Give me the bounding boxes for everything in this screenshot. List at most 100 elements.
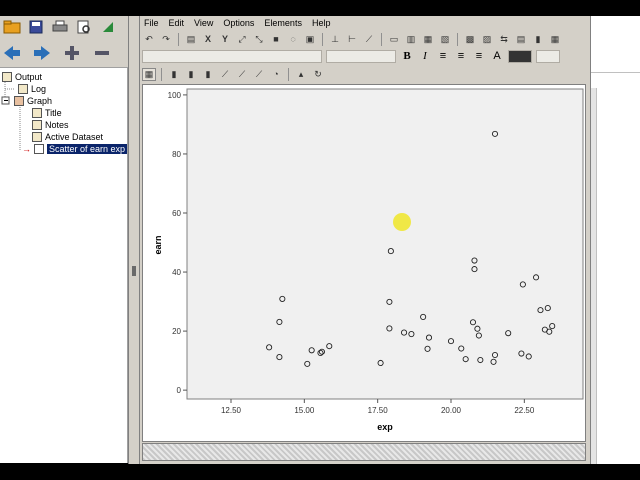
table-icon[interactable]: ▦ [548,33,562,46]
properties-icon[interactable]: ▤ [184,33,198,46]
chart-editor: File Edit View Options Elements Help ↶ ↷… [140,16,590,464]
y-tick-label: 20 [172,327,181,336]
save-icon[interactable] [26,18,46,36]
separator [381,32,382,46]
tree-item-scatter[interactable]: → Scatter of earn exp [22,143,128,155]
separator [161,67,162,81]
menu-file[interactable]: File [144,18,159,28]
menu-edit[interactable]: Edit [169,18,185,28]
histogram-icon[interactable]: ▮ [201,68,215,81]
grid-icon[interactable]: ▩ [463,33,477,46]
bold-button[interactable]: B [400,50,414,62]
separator [178,32,179,46]
pane-divider [591,72,640,73]
tree-item-label: Output [15,72,43,82]
fill-color-icon[interactable]: ■ [269,33,283,46]
fill-color-swatch[interactable] [508,49,532,63]
x-tick-label: 12.50 [221,406,242,415]
x-tick-label: 20.00 [441,406,462,415]
bar-chart-icon[interactable]: ▮ [167,68,181,81]
bars-icon[interactable]: ▮ [531,33,545,46]
title-insert-icon[interactable]: ▭ [387,33,401,46]
scale-icon[interactable]: ⤡ [252,33,266,46]
transpose-icon[interactable]: ⇆ [497,33,511,46]
line-chart-icon[interactable]: ⟋ [218,68,232,81]
chart-canvas[interactable]: 0 20 40 60 80 100 12.50 15.00 17.50 20.00 22.50 e… [142,84,586,442]
notes-icon [32,120,42,130]
align-right-icon[interactable]: ≡ [472,50,486,62]
lasso-icon[interactable]: ◌ [286,33,300,46]
frame-icon[interactable]: ▣ [303,33,317,46]
scatter-chart-icon[interactable]: ⟋ [252,68,266,81]
reference-line-y-icon[interactable]: ⊢ [345,33,359,46]
print-icon[interactable] [50,18,70,36]
annotation-icon[interactable]: ▥ [404,33,418,46]
area-chart-icon[interactable]: ⟋ [235,68,249,81]
chart-type-icon[interactable]: ▦ [142,67,156,81]
rotate-icon[interactable]: ↻ [311,68,325,81]
align-center-icon[interactable]: ≡ [454,50,468,62]
editor-toolbar-1: ↶ ↷ ▤ X Y ⤢ ⤡ ■ ◌ ▣ ⊥ ⊢ ⟋ ▭ ▥ ▦ ▧ ▩ ▨ ⇆ … [142,31,562,47]
font-field[interactable] [142,49,322,63]
forward-arrow-icon[interactable] [32,44,52,62]
legend-icon[interactable]: ▨ [480,33,494,46]
arrow-marker-icon: → [22,144,31,154]
italic-button[interactable]: I [418,50,432,62]
menu-view[interactable]: View [194,18,213,28]
align-left-icon[interactable]: ≡ [436,50,450,62]
labels-icon[interactable]: ▤ [514,33,528,46]
bin-icon[interactable]: ▴ [294,68,308,81]
format-toolbar: B I ≡ ≡ ≡ A [142,48,576,64]
fit-line-icon[interactable]: ⟋ [362,33,376,46]
tree-item-label: Scatter of earn exp [47,144,128,154]
select-x-axis-icon[interactable]: X [201,33,215,46]
collapse-minus-icon[interactable] [92,44,112,62]
title-icon [32,108,42,118]
menu-elements[interactable]: Elements [264,18,302,28]
viewer-toolbar [0,16,132,38]
tree-item-label: Graph [27,96,53,106]
y-tick-label: 100 [168,91,182,100]
status-strip [142,443,586,461]
preview-icon[interactable] [74,18,94,36]
size-field[interactable] [326,49,396,63]
stacked-bar-icon[interactable]: ▮ [184,68,198,81]
right-pane [590,16,640,464]
redo-icon[interactable]: ↷ [159,33,173,46]
rescale-icon[interactable]: ⤢ [235,33,249,46]
y-tick-label: 80 [172,150,181,159]
log-icon [18,84,28,94]
back-arrow-icon[interactable] [2,44,22,62]
graph-icon [14,96,24,106]
folder-icon[interactable] [2,18,22,36]
scatter-plot: 0 20 40 60 80 100 12.50 15.00 17.50 20.00 22.50 e… [153,88,584,432]
undo-icon[interactable]: ↶ [142,33,156,46]
text-box-icon[interactable]: ▦ [421,33,435,46]
menu-options[interactable]: Options [223,18,254,28]
tree-item-active-dataset[interactable]: Active Dataset [32,131,103,143]
tree-item-graph[interactable]: Graph [14,95,52,107]
tree-item-notes[interactable]: Notes [32,119,69,131]
tree-item-output[interactable]: Output [2,71,42,83]
font-color-button[interactable]: A [490,50,504,62]
tree-item-log[interactable]: Log [18,83,46,95]
footnote-icon[interactable]: ▧ [438,33,452,46]
y-tick-label: 40 [172,268,181,277]
scrollbar[interactable] [591,88,597,464]
output-icon [2,72,12,82]
menu-help[interactable]: Help [312,18,331,28]
export-icon[interactable] [98,18,118,36]
splitter-grip[interactable] [132,266,136,276]
pie-chart-icon[interactable]: ◔ [269,68,283,81]
navigation-toolbar [0,38,132,68]
expand-plus-icon[interactable] [62,44,82,62]
pane-splitter[interactable] [128,16,140,464]
line-style-field[interactable] [536,49,560,63]
separator [322,32,323,46]
scatter-icon [34,144,44,154]
tree-item-label: Title [45,108,62,118]
reference-line-x-icon[interactable]: ⊥ [328,33,342,46]
select-y-axis-icon[interactable]: Y [218,33,232,46]
tree-item-title[interactable]: Title [32,107,62,119]
tree-item-label: Log [31,84,47,94]
